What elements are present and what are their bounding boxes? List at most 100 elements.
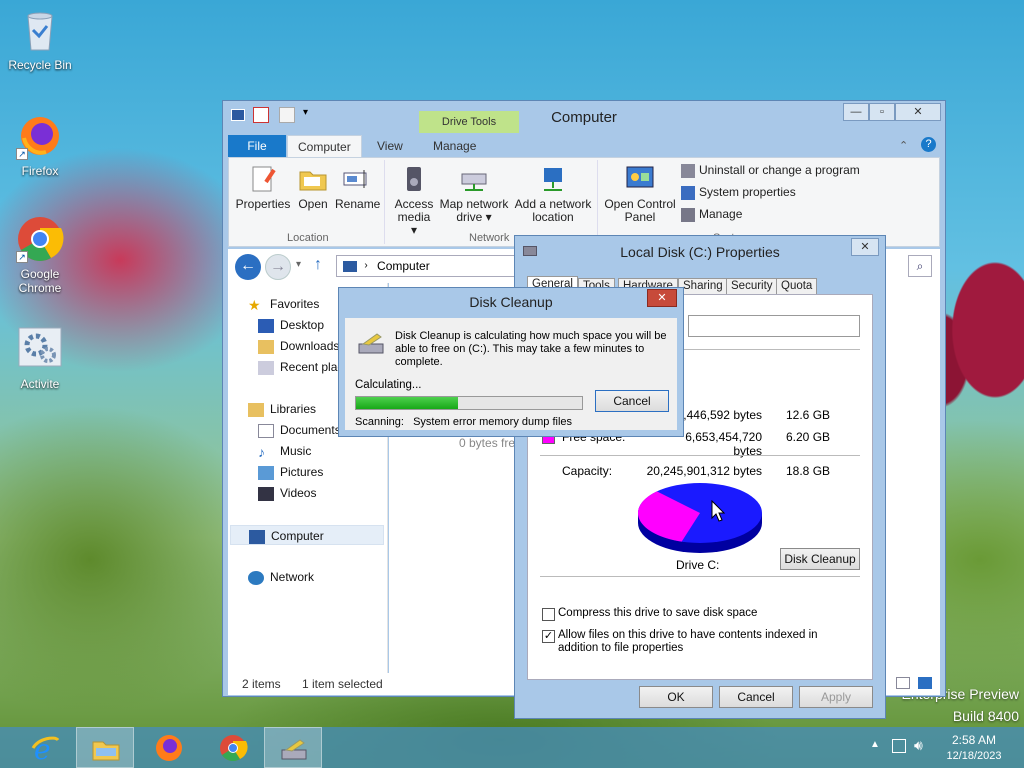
- desktop-icon-chrome[interactable]: ↗ Google Chrome: [2, 215, 78, 295]
- properties-button[interactable]: Properties: [233, 164, 293, 211]
- maximize-button[interactable]: ▫: [869, 103, 895, 121]
- nav-pictures[interactable]: Pictures: [258, 465, 323, 480]
- disk-cleanup-dialog: Disk Cleanup ✕ Disk Cleanup is calculati…: [338, 287, 684, 437]
- minimize-button[interactable]: —: [843, 103, 869, 121]
- used-space-size: 12.6 GB: [786, 408, 831, 422]
- open-folder-icon: [298, 164, 328, 194]
- properties-icon: [248, 164, 278, 194]
- compress-checkbox[interactable]: [542, 608, 555, 621]
- file-explorer-icon: [91, 734, 121, 764]
- cleanup-close-button[interactable]: ✕: [647, 289, 677, 307]
- system-properties-button[interactable]: System properties: [681, 186, 796, 200]
- forward-button[interactable]: →: [265, 254, 291, 280]
- capacity-size: 18.8 GB: [786, 464, 831, 478]
- volume-name-field[interactable]: [688, 315, 860, 337]
- search-icon[interactable]: ⌕: [908, 255, 932, 277]
- map-network-drive-button[interactable]: Map network drive ▾: [439, 164, 509, 224]
- taskbar-explorer[interactable]: [76, 727, 134, 768]
- address-bar[interactable]: › Computer: [336, 255, 516, 277]
- divider: [384, 160, 385, 244]
- system-properties-icon: [681, 186, 695, 200]
- index-label: Allow files on this drive to have conten…: [558, 629, 818, 654]
- close-button[interactable]: ✕: [895, 103, 941, 121]
- star-icon: ★: [248, 296, 261, 313]
- cancel-button[interactable]: Cancel: [719, 686, 793, 708]
- desktop-icon-recycle-bin[interactable]: Recycle Bin: [2, 6, 78, 72]
- show-hidden-icons[interactable]: ▲: [870, 739, 880, 750]
- cleanup-cancel-button[interactable]: Cancel: [595, 390, 669, 412]
- nav-downloads[interactable]: Downloads: [258, 339, 339, 354]
- progress-fill: [356, 397, 458, 409]
- disk-cleanup-icon: [357, 332, 387, 356]
- internet-explorer-icon: e: [30, 733, 60, 766]
- volume-tray-icon[interactable]: 🔊︎: [914, 737, 923, 754]
- programs-icon: [681, 164, 695, 178]
- up-button[interactable]: ↑: [314, 256, 322, 274]
- recent-locations-icon[interactable]: ▾: [296, 259, 301, 270]
- clock-date[interactable]: 12/18/2023: [936, 750, 1012, 762]
- cleanup-body: Disk Cleanup is calculating how much spa…: [345, 318, 677, 430]
- tab-file[interactable]: File: [228, 135, 286, 157]
- taskbar: e ▲ 🔊︎ 2:58 AM 12/18/2023: [0, 727, 1024, 768]
- explorer-titlebar: ▾ Drive Tools Computer — ▫ ✕: [223, 101, 945, 133]
- desktop-icon: [258, 318, 274, 333]
- mouse-cursor: [711, 500, 725, 522]
- large-icons-view-icon[interactable]: [918, 677, 932, 689]
- recycle-bin-icon: [16, 6, 64, 54]
- nav-music[interactable]: ♪ Music: [258, 444, 311, 459]
- taskbar-ie[interactable]: e: [16, 727, 74, 768]
- collapse-ribbon-icon[interactable]: ⌃: [899, 139, 908, 152]
- nav-favorites[interactable]: ★ Favorites: [248, 297, 319, 312]
- nav-videos[interactable]: Videos: [258, 486, 316, 501]
- disk-cleanup-icon: [279, 734, 309, 764]
- open-control-panel-button[interactable]: Open Control Panel: [603, 164, 677, 224]
- separator: [540, 576, 860, 577]
- taskbar-chrome[interactable]: [204, 727, 262, 768]
- clock-time[interactable]: 2:58 AM: [936, 733, 1012, 747]
- help-icon[interactable]: ?: [921, 137, 936, 152]
- address-text: Computer: [377, 259, 430, 273]
- group-location-label: Location: [287, 232, 329, 244]
- tab-view[interactable]: View: [367, 135, 413, 157]
- disk-cleanup-button[interactable]: Disk Cleanup: [780, 548, 860, 570]
- desktop-icon-firefox[interactable]: ↗ Firefox: [2, 112, 78, 178]
- nav-network[interactable]: Network: [248, 570, 314, 585]
- firefox-icon: ↗: [16, 112, 64, 160]
- index-checkbox[interactable]: ✓: [542, 630, 555, 643]
- nav-desktop[interactable]: Desktop: [258, 318, 324, 333]
- apply-button[interactable]: Apply: [799, 686, 873, 708]
- add-network-location-button[interactable]: Add a network location: [513, 164, 593, 224]
- status-selected: 1 item selected: [302, 677, 383, 691]
- ribbon: Properties Open Rename Access media ▾ Ma…: [228, 157, 940, 247]
- access-media-button[interactable]: Access media ▾: [393, 164, 435, 237]
- tab-computer[interactable]: Computer: [287, 135, 362, 157]
- media-icon: [399, 164, 429, 194]
- cleanup-title: Disk Cleanup: [469, 294, 553, 310]
- taskbar-disk-cleanup[interactable]: [264, 727, 322, 768]
- network-tray-icon[interactable]: [892, 739, 906, 753]
- tab-sharing[interactable]: Sharing: [678, 278, 728, 295]
- computer-icon: [343, 261, 357, 272]
- tab-security[interactable]: Security: [726, 278, 778, 295]
- nav-computer[interactable]: Computer: [230, 525, 384, 545]
- desktop-icon-activite[interactable]: Activite: [2, 325, 78, 391]
- ok-button[interactable]: OK: [639, 686, 713, 708]
- pictures-icon: [258, 465, 274, 480]
- details-view-icon[interactable]: [896, 677, 910, 689]
- tab-quota[interactable]: Quota: [776, 278, 818, 295]
- nav-libraries[interactable]: Libraries: [248, 402, 316, 417]
- desktop-icon-label: Activite: [20, 377, 60, 391]
- nav-documents[interactable]: Documents: [258, 423, 341, 438]
- properties-close-button[interactable]: ✕: [851, 238, 879, 256]
- open-button[interactable]: Open: [295, 164, 331, 211]
- ribbon-tabs: File Computer View Manage ⌃ ?: [223, 133, 945, 157]
- taskbar-firefox[interactable]: [140, 727, 198, 768]
- uninstall-program-button[interactable]: Uninstall or change a program: [681, 164, 860, 178]
- rename-button[interactable]: Rename: [335, 164, 380, 211]
- drive-label: Drive C:: [676, 558, 720, 572]
- network-drive-icon: [459, 164, 489, 194]
- back-button[interactable]: ←: [235, 254, 261, 280]
- manage-button[interactable]: Manage: [681, 208, 742, 222]
- tab-manage[interactable]: Manage: [423, 135, 486, 157]
- recent-icon: [258, 360, 274, 375]
